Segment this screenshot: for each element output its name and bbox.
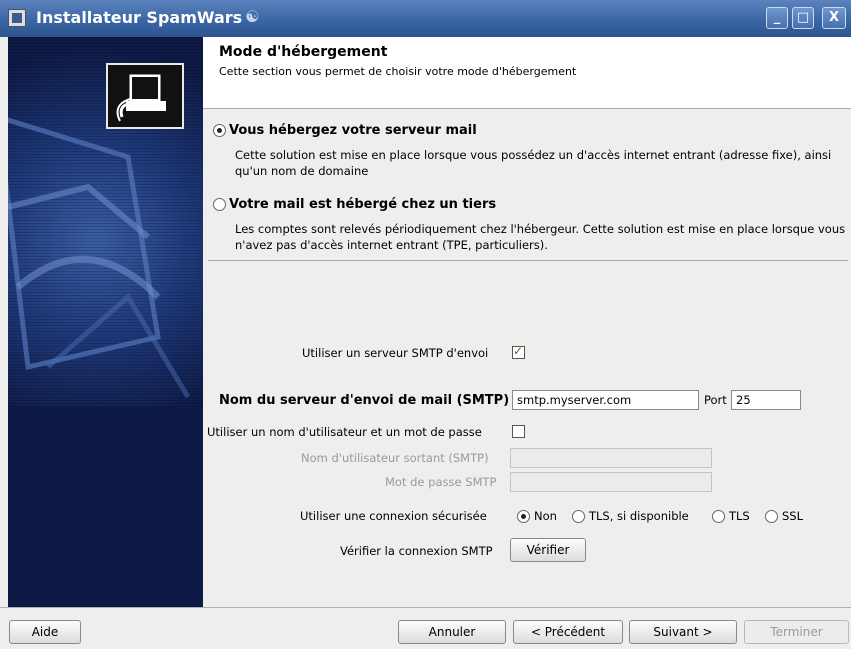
port-label: Port: [704, 393, 727, 407]
next-button[interactable]: Suivant >: [629, 620, 737, 644]
divider: [208, 260, 848, 261]
radio-self-hosted[interactable]: Vous hébergez votre serveur mail: [213, 123, 477, 138]
radio-button[interactable]: [517, 510, 530, 523]
minimize-button[interactable]: _: [766, 7, 788, 29]
section-subtitle: Cette section vous permet de choisir vot…: [219, 65, 577, 78]
previous-button[interactable]: < Précédent: [513, 620, 623, 644]
radio-button[interactable]: [213, 198, 226, 211]
password-label: Mot de passe SMTP: [385, 475, 497, 489]
radio-button[interactable]: [572, 510, 585, 523]
radio-label: Non: [534, 509, 557, 523]
option-label: Vous hébergez votre serveur mail: [229, 123, 477, 138]
cancel-button[interactable]: Annuler: [398, 620, 506, 644]
title-bar[interactable]: Installateur SpamWars ☯ _ □ X: [0, 0, 851, 37]
option-description: Les comptes sont relevés périodiquement …: [235, 222, 846, 252]
radio-secure-tls-if-available[interactable]: TLS, si disponible: [572, 509, 689, 523]
radio-third-party[interactable]: Votre mail est hébergé chez un tiers: [213, 197, 496, 212]
use-smtp-label: Utiliser un serveur SMTP d'envoi: [302, 346, 489, 360]
finish-button[interactable]: Terminer: [744, 620, 849, 644]
button-bar: Aide Annuler < Précédent Suivant > Termi…: [0, 607, 851, 649]
radio-secure-tls[interactable]: TLS: [712, 509, 750, 523]
verify-button[interactable]: Vérifier: [510, 538, 586, 562]
sidebar-banner: [8, 37, 203, 607]
main-panel: Mode d'hébergement Cette section vous pe…: [203, 37, 851, 607]
radio-label: TLS, si disponible: [589, 509, 689, 523]
radio-button[interactable]: [712, 510, 725, 523]
option-label: Votre mail est hébergé chez un tiers: [229, 197, 497, 212]
smtp-server-input[interactable]: smtp.myserver.com: [512, 390, 699, 410]
radio-button[interactable]: [765, 510, 778, 523]
secure-label: Utiliser une connexion sécurisée: [300, 509, 487, 523]
radio-secure-ssl[interactable]: SSL: [765, 509, 803, 523]
option-description: Cette solution est mise en place lorsque…: [235, 148, 832, 178]
username-input[interactable]: [510, 448, 712, 468]
password-input[interactable]: [510, 472, 712, 492]
window-title: Installateur SpamWars: [36, 8, 243, 27]
auth-checkbox[interactable]: [512, 425, 525, 438]
radio-button[interactable]: [213, 124, 226, 137]
port-input[interactable]: 25: [731, 390, 801, 410]
use-smtp-checkbox[interactable]: [512, 344, 525, 359]
smtp-server-label: Nom du serveur d'envoi de mail (SMTP): [219, 393, 510, 408]
radio-secure-non[interactable]: Non: [517, 509, 557, 523]
username-label: Nom d'utilisateur sortant (SMTP): [301, 451, 489, 465]
auth-label: Utiliser un nom d'utilisateur et un mot …: [207, 425, 482, 439]
section-title: Mode d'hébergement: [219, 44, 388, 60]
app-icon[interactable]: [8, 9, 26, 27]
swirl-icon: ☯: [245, 7, 260, 26]
radio-label: SSL: [782, 509, 804, 523]
radio-label: TLS: [729, 509, 750, 523]
section-header: Mode d'hébergement Cette section vous pe…: [203, 37, 851, 109]
computer-icon: [106, 63, 184, 129]
maximize-button[interactable]: □: [792, 7, 814, 29]
close-button[interactable]: X: [822, 7, 846, 29]
help-button[interactable]: Aide: [9, 620, 81, 644]
verify-label: Vérifier la connexion SMTP: [340, 544, 493, 558]
